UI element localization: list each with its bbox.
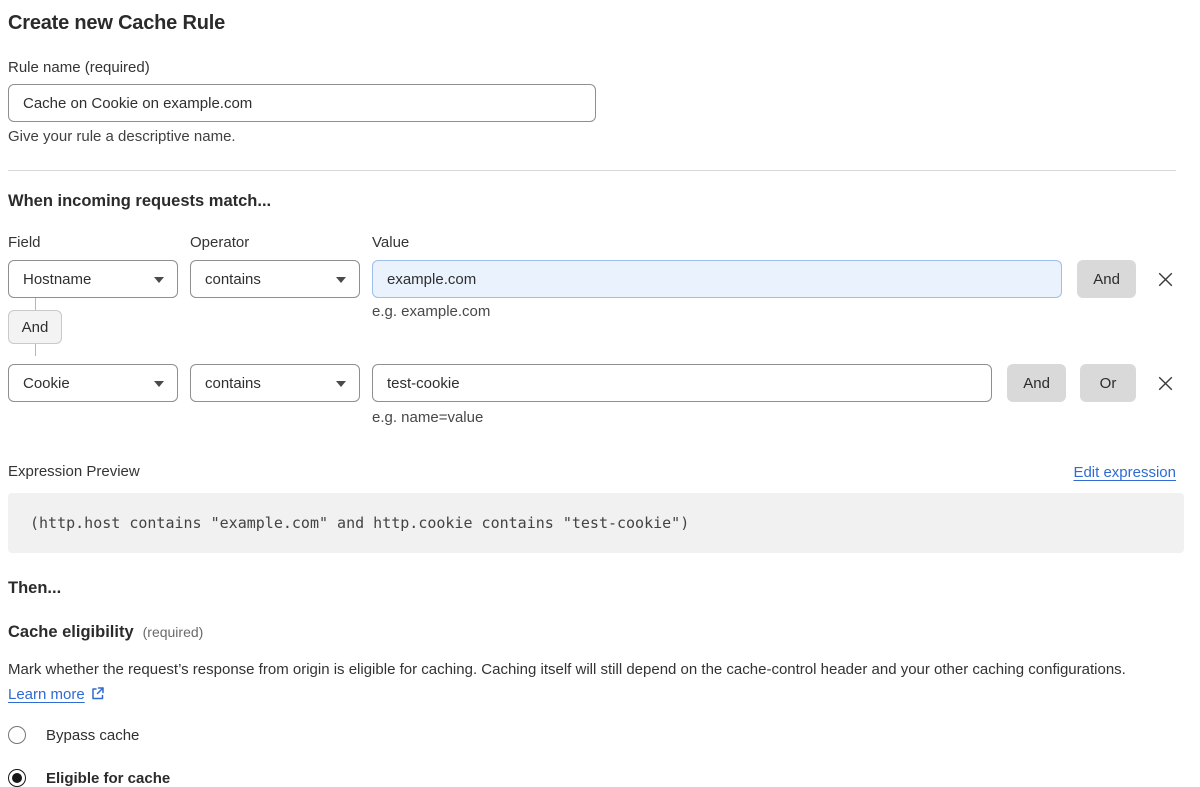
- add-and-condition-button-1[interactable]: And: [1077, 260, 1136, 298]
- required-note: (required): [143, 624, 204, 640]
- connector-and-toggle[interactable]: And: [8, 310, 62, 344]
- cache-eligibility-description: Mark whether the request’s response from…: [8, 657, 1168, 709]
- value-column-label: Value: [372, 234, 409, 252]
- remove-condition-button-1[interactable]: [1154, 260, 1176, 298]
- value-input-2[interactable]: [372, 364, 992, 402]
- then-heading: Then...: [8, 579, 1176, 598]
- external-link-icon: [90, 684, 105, 709]
- value-hint-1: e.g. example.com: [372, 303, 490, 321]
- caret-down-icon: [336, 277, 346, 283]
- operator-select-2-value: contains: [205, 375, 261, 392]
- condition-column-labels: Field Operator Value: [8, 234, 1176, 252]
- expression-preview-label: Expression Preview: [8, 463, 140, 481]
- create-cache-rule-page: Create new Cache Rule Rule name (require…: [0, 0, 1192, 787]
- expression-preview-header: Expression Preview Edit expression: [8, 463, 1176, 481]
- rule-name-label: Rule name (required): [8, 59, 1176, 77]
- expression-preview-box: (http.host contains "example.com" and ht…: [8, 493, 1184, 553]
- operator-select-1-value: contains: [205, 271, 261, 288]
- learn-more-link[interactable]: Learn more: [8, 686, 85, 703]
- close-icon: [1156, 270, 1175, 289]
- value-input-1[interactable]: [372, 260, 1062, 298]
- field-select-2[interactable]: Cookie: [8, 364, 178, 402]
- operator-column-label: Operator: [190, 234, 372, 252]
- condition-row-1: Hostname contains And: [8, 260, 1176, 298]
- expression-code: (http.host contains "example.com" and ht…: [30, 514, 1162, 532]
- match-heading: When incoming requests match...: [8, 192, 1176, 211]
- condition-row-2: Cookie contains And Or: [8, 364, 1176, 402]
- add-or-condition-button-2[interactable]: Or: [1080, 364, 1136, 402]
- radio-option-bypass-cache[interactable]: Bypass cache: [8, 726, 1176, 744]
- field-select-1[interactable]: Hostname: [8, 260, 178, 298]
- cache-eligibility-heading-row: Cache eligibility (required): [8, 623, 1176, 642]
- value-hint-2: e.g. name=value: [372, 409, 1176, 427]
- rule-name-input[interactable]: [8, 84, 596, 122]
- field-select-2-value: Cookie: [23, 375, 70, 392]
- radio-selected-icon[interactable]: [8, 769, 26, 787]
- radio-label-bypass: Bypass cache: [46, 727, 139, 744]
- caret-down-icon: [336, 381, 346, 387]
- rule-name-helper: Give your rule a descriptive name.: [8, 128, 1176, 146]
- add-and-condition-button-2[interactable]: And: [1007, 364, 1066, 402]
- operator-select-2[interactable]: contains: [190, 364, 360, 402]
- radio-unselected-icon[interactable]: [8, 726, 26, 744]
- page-title: Create new Cache Rule: [8, 12, 1176, 35]
- condition-connector-area: And e.g. example.com: [8, 298, 1176, 356]
- remove-condition-button-2[interactable]: [1154, 364, 1176, 402]
- close-icon: [1156, 374, 1175, 393]
- edit-expression-link[interactable]: Edit expression: [1073, 464, 1176, 481]
- cache-eligibility-heading: Cache eligibility: [8, 623, 134, 642]
- section-divider: [8, 170, 1176, 171]
- field-column-label: Field: [8, 234, 190, 252]
- field-select-1-value: Hostname: [23, 271, 91, 288]
- operator-select-1[interactable]: contains: [190, 260, 360, 298]
- radio-option-eligible-for-cache[interactable]: Eligible for cache: [8, 769, 1176, 787]
- caret-down-icon: [154, 277, 164, 283]
- description-text: Mark whether the request’s response from…: [8, 661, 1126, 678]
- caret-down-icon: [154, 381, 164, 387]
